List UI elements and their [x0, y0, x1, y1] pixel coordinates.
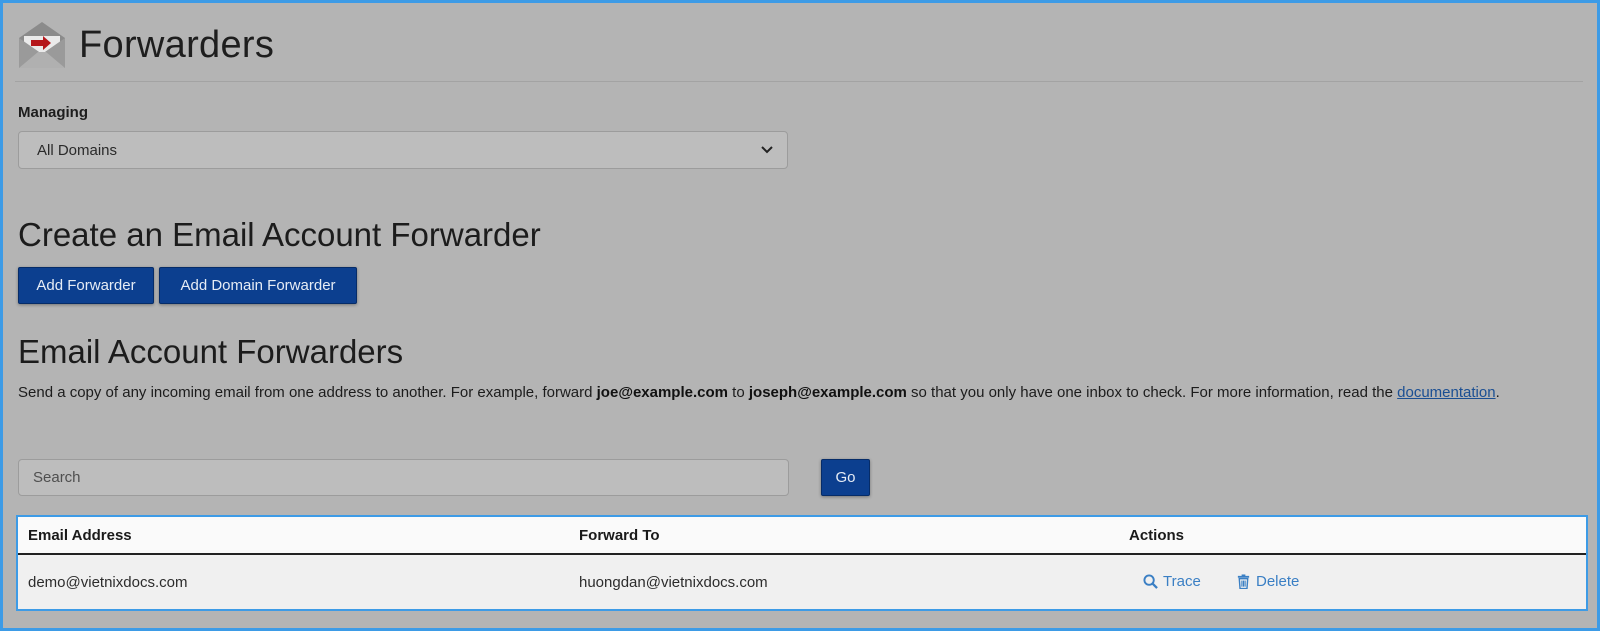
search-placeholder: Search — [33, 469, 81, 486]
forwarders-page: Forwarders Managing All Domains Create a… — [0, 0, 1600, 631]
forward-to-cell: huongdan@vietnixdocs.com — [579, 574, 768, 591]
page-header: Forwarders — [15, 17, 274, 73]
trace-action[interactable]: Trace — [1143, 573, 1201, 590]
description-text-4: . — [1495, 384, 1500, 401]
description-text-1: Send a copy of any incoming email from o… — [18, 384, 597, 401]
documentation-link[interactable]: documentation — [1397, 384, 1495, 401]
trash-icon — [1237, 574, 1250, 589]
chevron-down-icon — [761, 146, 773, 154]
envelope-forward-icon — [19, 22, 65, 68]
add-domain-forwarder-button[interactable]: Add Domain Forwarder — [159, 267, 357, 304]
email-address-cell: demo@vietnixdocs.com — [28, 574, 188, 591]
description-text-3: so that you only have one inbox to check… — [906, 384, 1398, 401]
forwarders-description: Send a copy of any incoming email from o… — [18, 382, 1578, 403]
table-header: Email Address Forward To Actions — [18, 517, 1586, 555]
example-from: joe@example.com — [596, 384, 728, 401]
example-to: joseph@example.com — [748, 384, 907, 401]
search-icon — [1143, 574, 1158, 589]
go-button[interactable]: Go — [821, 459, 870, 496]
domain-select[interactable]: All Domains — [18, 131, 788, 169]
forwarders-heading: Email Account Forwarders — [18, 333, 404, 370]
delete-action[interactable]: Delete — [1236, 573, 1299, 590]
column-header-email[interactable]: Email Address — [28, 527, 132, 544]
trace-label: Trace — [1163, 573, 1201, 590]
table-row: demo@vietnixdocs.com huongdan@vietnixdoc… — [18, 557, 1586, 609]
create-heading: Create an Email Account Forwarder — [18, 216, 541, 253]
forwarders-table: Email Address Forward To Actions demo@vi… — [16, 515, 1588, 611]
add-forwarder-button[interactable]: Add Forwarder — [18, 267, 154, 304]
description-text-2: to — [728, 384, 749, 401]
divider — [15, 81, 1583, 82]
managing-label: Managing — [18, 104, 88, 121]
column-header-forward-to[interactable]: Forward To — [579, 527, 660, 544]
domain-select-value: All Domains — [37, 141, 118, 159]
page-title: Forwarders — [79, 23, 275, 66]
delete-label: Delete — [1256, 573, 1300, 590]
search-input[interactable]: Search — [18, 459, 789, 496]
column-header-actions: Actions — [1129, 527, 1185, 544]
